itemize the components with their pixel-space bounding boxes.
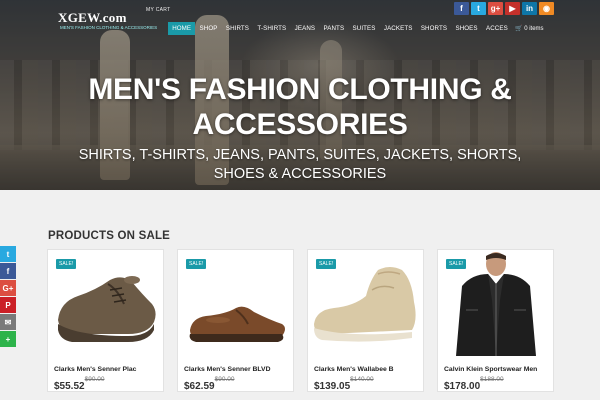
product-card[interactable]: SALE! Clarks Men's Wallabee B $139.05$14… <box>307 249 424 392</box>
product-card[interactable]: SALE! Clarks Men's Senner BLVD $62.59$90… <box>177 249 294 392</box>
hero-title-line2: ACCESSORIES <box>192 108 408 141</box>
cart-count: 0 items <box>524 26 544 32</box>
email-icon[interactable]: ✉ <box>0 314 16 330</box>
linkedin-icon[interactable]: in <box>522 2 537 15</box>
sale-badge: SALE! <box>56 259 77 269</box>
google-plus-icon[interactable]: g+ <box>488 2 503 15</box>
sale-badge: SALE! <box>186 259 207 269</box>
twitter-icon[interactable]: t <box>0 246 16 262</box>
original-price: $188.00 <box>480 376 504 383</box>
nav-suites[interactable]: SUITES <box>348 22 379 35</box>
cart-icon: 🛒 <box>515 26 523 32</box>
google-plus-icon[interactable]: G+ <box>0 280 16 296</box>
twitter-icon[interactable]: t <box>471 2 486 15</box>
product-name[interactable]: Clarks Men's Senner BLVD <box>184 366 292 373</box>
product-prices: $178.00$188.00 <box>444 376 504 392</box>
nav-pants[interactable]: PANTS <box>319 22 348 35</box>
section-title: PRODUCTS ON SALE <box>48 230 171 242</box>
product-name[interactable]: Clarks Men's Wallabee B <box>314 366 422 373</box>
sale-price: $178.00 <box>444 381 481 392</box>
hero-title: MEN'S FASHION CLOTHING & ACCESSORIES <box>0 72 600 142</box>
nav-shoes[interactable]: SHOES <box>451 22 482 35</box>
logo-tagline: MEN'S FASHION CLOTHING & ACCESSORIES <box>60 25 158 30</box>
sale-price: $139.05 <box>314 381 351 392</box>
sale-badge: SALE! <box>316 259 337 269</box>
nav-shop[interactable]: SHOP <box>195 22 221 35</box>
original-price: $140.00 <box>350 376 374 383</box>
nav-accessories[interactable]: ACCES <box>482 22 512 35</box>
youtube-icon[interactable]: ▶ <box>505 2 520 15</box>
product-prices: $139.05$140.00 <box>314 376 374 392</box>
hero-subtitle-line1: SHIRTS, T-SHIRTS, JEANS, PANTS, SUITES, … <box>78 147 522 163</box>
nav-shorts[interactable]: SHORTS <box>417 22 452 35</box>
product-name[interactable]: Clarks Men's Senner Plac <box>54 366 162 373</box>
main-nav: HOME SHOP SHIRTS T-SHIRTS JEANS PANTS SU… <box>168 22 547 35</box>
sale-price: $55.52 <box>54 381 85 392</box>
product-grid: SALE! Clarks Men's Senner Plac $55.52$90… <box>47 249 554 392</box>
pinterest-icon[interactable]: P <box>0 297 16 313</box>
rss-icon[interactable]: ◉ <box>539 2 554 15</box>
sale-price: $62.59 <box>184 381 215 392</box>
product-card[interactable]: SALE! Clarks Men's Senner Plac $55.52$90… <box>47 249 164 392</box>
site-header: XGEW.com MEN'S FASHION CLOTHING & ACCESS… <box>0 0 600 38</box>
hero-subtitle-line2: SHOES & ACCESSORIES <box>213 166 387 182</box>
original-price: $90.00 <box>84 376 105 383</box>
product-prices: $55.52$90.00 <box>54 376 105 392</box>
more-icon[interactable]: + <box>0 331 16 347</box>
nav-home[interactable]: HOME <box>168 22 196 35</box>
hero-subtitle: SHIRTS, T-SHIRTS, JEANS, PANTS, SUITES, … <box>0 146 600 184</box>
nav-shirts[interactable]: SHIRTS <box>222 22 254 35</box>
share-bar: t f G+ P ✉ + <box>0 246 16 348</box>
nav-t-shirts[interactable]: T-SHIRTS <box>253 22 290 35</box>
nav-jackets[interactable]: JACKETS <box>380 22 417 35</box>
hero-title-line1: MEN'S FASHION CLOTHING & <box>88 73 512 106</box>
my-cart-link[interactable]: MY CART <box>146 7 170 13</box>
original-price: $90.00 <box>214 376 235 383</box>
facebook-icon[interactable]: f <box>454 2 469 15</box>
nav-jeans[interactable]: JEANS <box>290 22 319 35</box>
product-prices: $62.59$90.00 <box>184 376 235 392</box>
nav-cart[interactable]: 🛒 0 items <box>512 22 547 35</box>
product-name[interactable]: Calvin Klein Sportswear Men <box>444 366 552 373</box>
facebook-icon[interactable]: f <box>0 263 16 279</box>
product-card[interactable]: SALE! Calvin Klein Sportswear Men $178.0… <box>437 249 554 392</box>
social-links: f t g+ ▶ in ◉ <box>454 2 554 15</box>
site-logo[interactable]: XGEW.com <box>58 10 127 26</box>
sale-badge: SALE! <box>446 259 467 269</box>
